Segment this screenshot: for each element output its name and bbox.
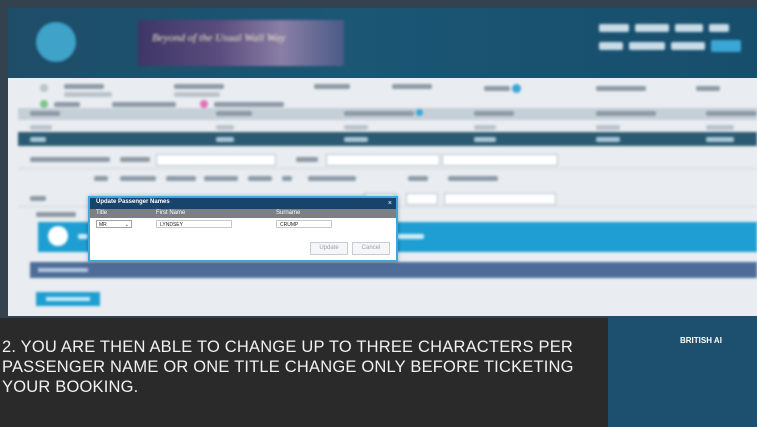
column-title: Title [96,210,108,216]
surname-input[interactable]: CRUMP [276,220,332,228]
update-button[interactable]: Update [310,242,348,255]
title-select[interactable]: MR ⌄ [96,220,132,228]
first-name-input[interactable]: LYNDSEY [156,220,232,228]
site-logo [36,22,76,62]
chevron-down-icon: ⌄ [124,222,129,228]
passenger-name-row: MR ⌄ LYNDSEY CRUMP [90,219,396,230]
column-first-name: First Name [156,210,186,216]
header-banner: Beyond of the Usual Wall Way [138,20,344,66]
navigation-bar[interactable] [30,262,757,278]
header-links[interactable] [599,20,749,60]
banner-title: Beyond of the Usual Wall Way [152,32,286,44]
update-passenger-names-dialog: Update Passenger Names × Title First Nam… [88,196,398,262]
dialog-column-headers: Title First Name Surname [90,209,396,218]
column-surname: Surname [276,210,301,216]
close-icon[interactable]: × [388,198,392,209]
dialog-title-bar: Update Passenger Names × [90,198,396,209]
booking-screenshot: Beyond of the Usual Wall Way Update Pass… [8,8,757,316]
brand-area [608,316,757,427]
caption-text: 2. YOU ARE THEN ABLE TO CHANGE UP TO THR… [2,338,574,396]
site-header: Beyond of the Usual Wall Way [8,8,757,78]
info-icon [48,226,68,246]
brand-text: BRITISH AI [680,336,722,345]
dialog-title: Update Passenger Names [96,199,170,205]
cancel-button[interactable]: Cancel [352,242,390,255]
print-booking-button[interactable] [36,292,100,306]
slide-frame: Beyond of the Usual Wall Way Update Pass… [0,0,757,427]
title-select-value: MR [99,222,107,228]
